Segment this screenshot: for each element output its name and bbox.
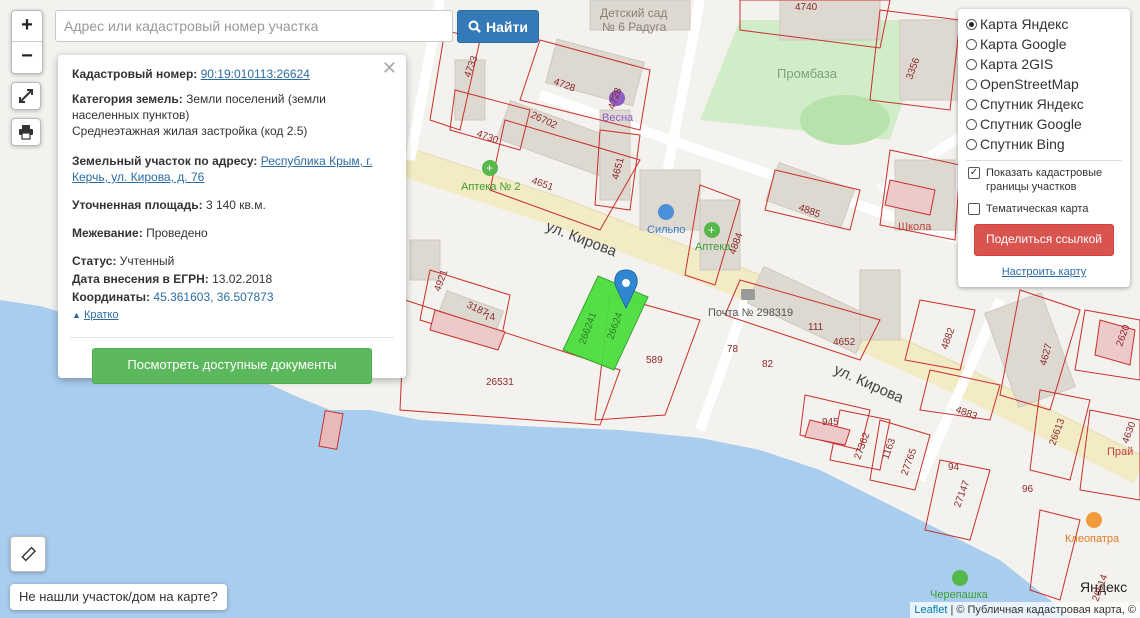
share-link-button[interactable]: Поделиться ссылкой <box>974 224 1114 256</box>
close-icon[interactable]: ✕ <box>382 59 397 77</box>
layer-option-label: Спутник Google <box>980 116 1082 132</box>
search-button-label: Найти <box>486 18 528 35</box>
address-label: Земельный участок по адресу: <box>72 154 258 168</box>
show-cadastral-label: Показать кадастровые границы участков <box>986 167 1103 193</box>
status-value: Учтенный <box>119 254 175 268</box>
label-prombaza: Промбаза <box>777 66 838 81</box>
label-kindergarten-2: № 6 Радуга <box>602 20 667 34</box>
parcel-number-label: 78 <box>727 344 739 355</box>
layer-option[interactable]: Спутник Google <box>966 114 1122 134</box>
show-cadastral-toggle[interactable]: ✓ Показать кадастровые границы участков <box>966 166 1122 194</box>
label-kindergarten: Детский сад <box>600 6 667 20</box>
label-school: Школа <box>898 221 932 233</box>
usage-value: Среднеэтажная жилая застройка (код 2.5) <box>72 124 308 138</box>
not-found-button[interactable]: Не нашли участок/дом на карте? <box>10 584 227 610</box>
parcel-number-label: 589 <box>646 355 663 366</box>
parcel-number-label: 82 <box>762 359 774 370</box>
print-button[interactable] <box>11 118 41 146</box>
label-cherepashka: Черепашка <box>930 589 989 601</box>
parcel-number-label: 4740 <box>795 2 818 13</box>
layer-option-label: Карта Яндекс <box>980 16 1069 32</box>
zoom-in-button[interactable]: + <box>12 11 42 42</box>
area-value: 3 140 кв.м. <box>205 198 266 212</box>
layer-option[interactable]: Карта Яндекс <box>966 14 1122 34</box>
thematic-map-checkbox[interactable] <box>968 203 980 215</box>
parcel-info-popup: ✕ Кадастровый номер: 90:19:010113:26624 … <box>58 55 406 384</box>
layer-radio[interactable] <box>966 78 977 90</box>
parcel-number-label: 111 <box>808 322 824 333</box>
search-button[interactable]: Найти <box>457 10 539 43</box>
printer-icon <box>19 125 33 140</box>
layer-option[interactable]: Спутник Яндекс <box>966 94 1122 114</box>
cadastral-number-link[interactable]: 90:19:010113:26624 <box>201 67 310 81</box>
layer-radio[interactable] <box>966 138 977 150</box>
label-apteka: Аптека <box>695 241 731 253</box>
egrn-date-label: Дата внесения в ЕГРН: <box>72 272 209 286</box>
search-icon <box>468 20 481 33</box>
parcel-number-label: 96 <box>1022 484 1034 495</box>
svg-text:+: + <box>708 223 715 237</box>
cadastral-label: Кадастровый номер: <box>72 67 198 81</box>
thematic-map-label: Тематическая карта <box>986 203 1089 215</box>
parcel-number-label: 94 <box>948 462 960 473</box>
status-label: Статус: <box>72 254 117 268</box>
label-cleopatra: Клеопатра <box>1065 533 1120 545</box>
layers-divider <box>966 160 1122 161</box>
label-apteka2: Аптека № 2 <box>461 181 521 193</box>
park-icon[interactable] <box>952 570 968 586</box>
collapse-arrow-icon: ▲ <box>72 310 81 320</box>
layer-radio[interactable] <box>966 58 977 70</box>
layer-option[interactable]: Спутник Bing <box>966 134 1122 154</box>
survey-label: Межевание: <box>72 226 143 240</box>
category-label: Категория земель: <box>72 92 183 106</box>
layer-option-label: Карта 2GIS <box>980 56 1054 72</box>
layer-radio[interactable] <box>966 118 977 130</box>
layer-option-label: Карта Google <box>980 36 1067 52</box>
layer-radio[interactable] <box>966 38 977 50</box>
view-documents-button[interactable]: Посмотреть доступные документы <box>92 348 372 384</box>
survey-value: Проведено <box>146 226 208 240</box>
leaflet-link[interactable]: Leaflet <box>914 604 947 616</box>
zoom-control: + − <box>11 10 43 74</box>
layer-option-label: OpenStreetMap <box>980 76 1079 92</box>
zoom-out-button[interactable]: − <box>12 42 42 72</box>
fullscreen-icon <box>19 89 33 103</box>
layer-option-label: Спутник Яндекс <box>980 96 1084 112</box>
brief-link[interactable]: Кратко <box>84 309 119 321</box>
egrn-date-value: 13.02.2018 <box>212 272 273 286</box>
coords-value: 45.361603, 36.507873 <box>153 290 274 304</box>
map-attribution: Leaflet | © Публичная кадастровая карта,… <box>910 602 1140 618</box>
label-pharmacy-prai: Прай <box>1107 446 1133 458</box>
ruler-icon <box>21 546 37 562</box>
label-silpo: Сильпо <box>647 224 685 236</box>
parcel-number-label: 4652 <box>833 337 856 348</box>
layer-radio[interactable] <box>966 98 977 110</box>
parcel-number-label: 74 <box>484 312 496 323</box>
fullscreen-button[interactable] <box>11 82 41 110</box>
svg-text:+: + <box>486 161 493 175</box>
layer-option[interactable]: Карта 2GIS <box>966 54 1122 74</box>
parcel-number-label: 26531 <box>486 377 514 388</box>
layer-switcher: Карта Яндекс Карта Google Карта 2GIS OpenSt… <box>958 9 1130 287</box>
show-cadastral-checkbox[interactable]: ✓ <box>968 167 980 179</box>
label-vesna: Весна <box>602 112 634 124</box>
food-icon[interactable] <box>1086 512 1102 528</box>
parcel-number-label: 945 <box>822 417 839 428</box>
ruler-button[interactable] <box>10 536 46 572</box>
area-label: Уточненная площадь: <box>72 198 203 212</box>
layer-option-label: Спутник Bing <box>980 136 1065 152</box>
search-input[interactable] <box>55 10 453 42</box>
configure-map-link[interactable]: Настроить карту <box>966 266 1122 278</box>
post-icon[interactable] <box>741 289 755 300</box>
layer-radio[interactable] <box>966 18 977 30</box>
coords-label: Координаты: <box>72 290 151 304</box>
popup-divider <box>70 337 394 338</box>
layer-option[interactable]: OpenStreetMap <box>966 74 1122 94</box>
thematic-map-toggle[interactable]: Тематическая карта <box>966 202 1122 216</box>
shop-icon[interactable] <box>658 204 674 220</box>
layer-option[interactable]: Карта Google <box>966 34 1122 54</box>
label-post: Почта № 298319 <box>708 307 793 319</box>
attribution-text: | © Публичная кадастровая карта, © <box>950 604 1136 616</box>
